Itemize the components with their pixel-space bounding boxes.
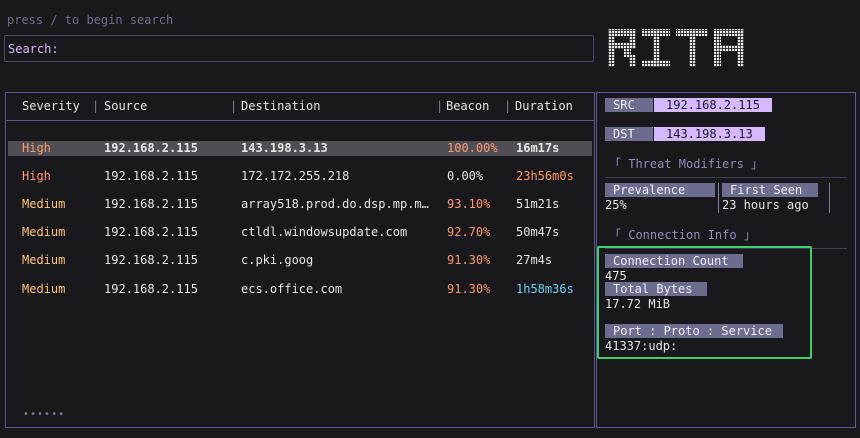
table-row[interactable]: Medium 192.168.2.115 array518.prod.do.ds… (8, 197, 592, 212)
search-bar[interactable]: Search: (4, 35, 594, 62)
dst-value: 143.198.3.13 (654, 127, 765, 141)
source-cell: 192.168.2.115 (104, 197, 198, 211)
beacon-cell: 93.10% (447, 197, 491, 211)
table-row[interactable]: Medium 192.168.2.115 ecs.office.com 91.3… (8, 282, 592, 297)
src-label: SRC (605, 98, 653, 112)
column-separator: | (436, 99, 444, 113)
search-label: Search: (8, 42, 59, 56)
column-separator: | (230, 99, 238, 113)
dst-label: DST (605, 127, 653, 141)
search-hint: press / to begin search (7, 13, 174, 27)
source-cell: 192.168.2.115 (104, 282, 198, 296)
destination-cell: ctldl.windowsupdate.com (241, 225, 408, 239)
severity-cell: High (22, 169, 51, 183)
threat-modifiers-title: 「 Threat Modifiers 」 (609, 157, 764, 171)
column-destination[interactable]: Destination (241, 99, 320, 113)
divider (718, 183, 719, 213)
duration-cell: 16m17s (516, 141, 560, 155)
connection-info-highlight (597, 246, 812, 359)
source-cell: 192.168.2.115 (104, 253, 198, 267)
divider (829, 183, 830, 213)
destination-cell: 172.172.255.218 (241, 169, 350, 183)
column-beacon[interactable]: Beacon (446, 99, 489, 113)
search-input[interactable] (59, 39, 579, 58)
source-cell: 192.168.2.115 (104, 141, 198, 155)
column-severity[interactable]: Severity (22, 99, 80, 113)
duration-cell: 51m21s (516, 197, 560, 211)
src-value: 192.168.2.115 (654, 98, 772, 112)
beacon-cell: 91.30% (447, 282, 491, 296)
prevalence-value: 25% (605, 198, 627, 212)
duration-cell: 1h58m36s (516, 282, 574, 296)
beacon-cell: 91.30% (447, 253, 491, 267)
first-seen-value: 23 hours ago (722, 198, 809, 212)
table-row[interactable]: Medium 192.168.2.115 ctldl.windowsupdate… (8, 225, 592, 240)
rita-logo (608, 29, 744, 67)
severity-cell: Medium (22, 225, 66, 239)
beacon-list-pane: Severity | Source | Destination | Beacon… (5, 92, 595, 428)
table-row[interactable]: Medium 192.168.2.115 c.pki.goog 91.30% 2… (8, 253, 592, 268)
column-separator: | (504, 99, 512, 113)
prevalence-label: Prevalence (605, 183, 715, 197)
destination-cell: ecs.office.com (241, 282, 343, 296)
connection-info-title: 「 Connection Info 」 (609, 228, 756, 242)
column-header: Severity | Source | Destination | Beacon… (6, 99, 594, 115)
destination-cell: 143.198.3.13 (241, 141, 328, 155)
destination-cell: c.pki.goog (241, 253, 314, 267)
source-cell: 192.168.2.115 (104, 169, 198, 183)
divider (605, 177, 847, 178)
first-seen-label: First Seen (722, 183, 818, 197)
column-duration[interactable]: Duration (515, 99, 573, 113)
beacon-cell: 100.00% (447, 141, 498, 155)
beacon-cell: 92.70% (447, 225, 491, 239)
source-cell: 192.168.2.115 (104, 225, 198, 239)
duration-cell: 50m47s (516, 225, 560, 239)
severity-cell: Medium (22, 197, 66, 211)
duration-cell: 27m4s (516, 253, 553, 267)
pagination-dots[interactable]: •••••• (23, 409, 65, 420)
table-row[interactable]: High 192.168.2.115 143.198.3.13 100.00% … (8, 141, 592, 156)
column-source[interactable]: Source (104, 99, 147, 113)
column-separator: | (92, 99, 100, 113)
beacon-cell: 0.00% (447, 169, 484, 183)
severity-cell: Medium (22, 253, 66, 267)
duration-cell: 23h56m0s (516, 169, 574, 183)
table-row[interactable]: High 192.168.2.115 172.172.255.218 0.00%… (8, 169, 592, 184)
severity-cell: Medium (22, 282, 66, 296)
destination-cell: array518.prod.do.dsp.mp.mi… (241, 197, 431, 211)
severity-cell: High (22, 141, 51, 155)
header-divider (6, 120, 594, 121)
